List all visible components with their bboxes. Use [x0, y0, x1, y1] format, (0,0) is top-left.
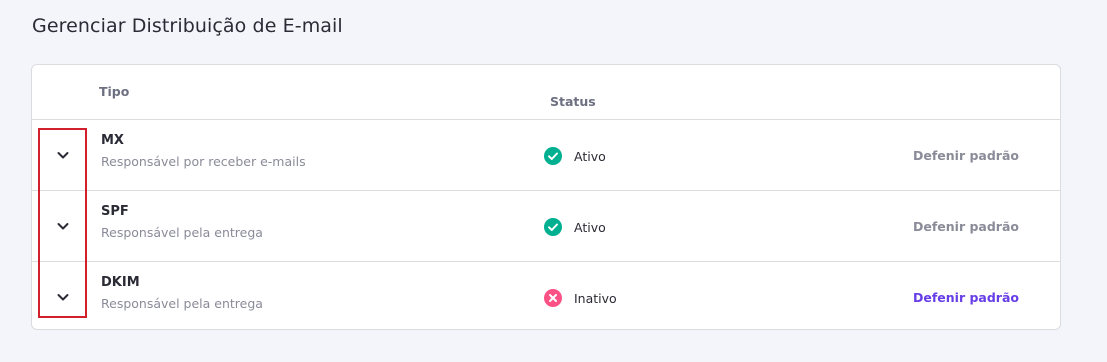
chevron-down-icon[interactable]: [54, 288, 72, 306]
status-indicator: Ativo: [544, 147, 606, 165]
status-label: Ativo: [574, 219, 606, 235]
x-circle-icon: [544, 289, 562, 307]
column-header-status: Status: [550, 93, 596, 109]
email-distribution-table: Tipo Status MX Responsável por receber e…: [31, 64, 1061, 330]
set-default-button[interactable]: Defenir padrão: [913, 290, 1019, 305]
status-indicator: Inativo: [544, 289, 617, 307]
check-circle-icon: [544, 147, 562, 165]
page-title: Gerenciar Distribuição de E-mail: [32, 15, 343, 37]
record-type-description: Responsável pela entrega: [101, 296, 263, 311]
status-label: Ativo: [574, 148, 606, 164]
table-row: MX Responsável por receber e-mails Ativo…: [32, 120, 1060, 191]
table-row: SPF Responsável pela entrega Ativo Defen…: [32, 191, 1060, 262]
status-label: Inativo: [574, 290, 617, 306]
chevron-down-icon[interactable]: [54, 217, 72, 235]
table-row: DKIM Responsável pela entrega Inativo De…: [32, 262, 1060, 333]
status-indicator: Ativo: [544, 218, 606, 236]
record-type-description: Responsável pela entrega: [101, 225, 263, 240]
set-default-button[interactable]: Defenir padrão: [913, 148, 1019, 163]
column-header-type: Tipo: [99, 84, 130, 99]
check-circle-icon: [544, 218, 562, 236]
set-default-button[interactable]: Defenir padrão: [913, 219, 1019, 234]
record-type-name: SPF: [101, 204, 129, 219]
record-type-name: MX: [101, 133, 124, 148]
table-header: Tipo Status: [32, 65, 1060, 120]
record-type-name: DKIM: [101, 275, 140, 290]
chevron-down-icon[interactable]: [54, 146, 72, 164]
record-type-description: Responsável por receber e-mails: [101, 154, 306, 169]
